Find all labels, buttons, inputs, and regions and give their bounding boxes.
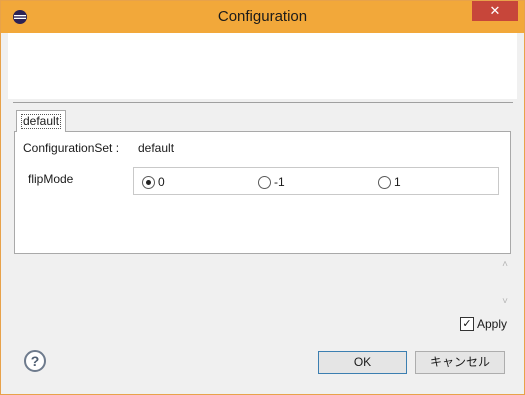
radio-label: 1 (394, 175, 401, 189)
radio-button[interactable] (142, 176, 155, 189)
window-title: Configuration (217, 8, 308, 25)
apply-checkbox[interactable]: ✓ (460, 317, 474, 331)
ok-button[interactable]: OK (318, 351, 407, 374)
radio-button[interactable] (378, 176, 391, 189)
configuration-set-value: default (138, 141, 175, 155)
scroll-down-icon[interactable]: ˅ (497, 296, 513, 310)
tab-default[interactable]: default (16, 110, 66, 132)
tab-panel: ConfigurationSet : default flipMode 0 -1… (14, 131, 511, 254)
header-banner (8, 33, 517, 99)
tab-label: default (21, 114, 62, 129)
radio-selected-dot (146, 180, 151, 185)
configuration-set-label: ConfigurationSet : (23, 141, 120, 155)
title-bar[interactable]: Configuration ✕ (1, 1, 524, 33)
separator (13, 102, 513, 103)
flip-mode-label: flipMode (28, 172, 74, 186)
flip-mode-radio-group: 0 -1 1 (133, 167, 499, 195)
scroll-up-icon[interactable]: ˄ (497, 259, 513, 273)
radio-label: 0 (158, 175, 165, 189)
vertical-scrollbar[interactable]: ˄ ˅ (497, 259, 513, 311)
configuration-dialog: Configuration ✕ default ConfigurationSet… (0, 0, 525, 395)
close-button[interactable]: ✕ (472, 1, 518, 21)
apply-label: Apply (477, 317, 508, 331)
radio-label: -1 (274, 175, 285, 189)
radio-button[interactable] (258, 176, 271, 189)
cancel-button[interactable]: キャンセル (415, 351, 505, 374)
help-icon[interactable]: ? (24, 350, 46, 372)
close-icon: ✕ (489, 3, 501, 18)
